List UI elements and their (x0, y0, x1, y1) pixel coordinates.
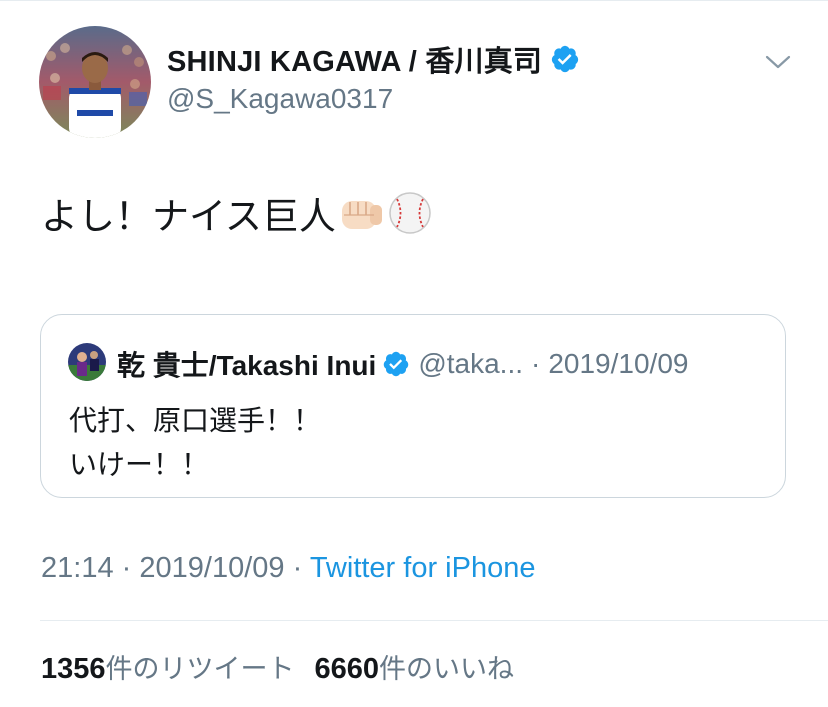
tweet-time[interactable]: 21:14 (41, 552, 114, 584)
tweet-source-link[interactable]: Twitter for iPhone (310, 552, 536, 584)
quoted-date: 2019/10/09 (548, 348, 689, 379)
meta-separator: · (292, 552, 303, 584)
quoted-tweet-card[interactable]: 乾 貴士/Takashi Inui @taka... · 2019/10/09 … (40, 314, 786, 498)
tweet-date[interactable]: 2019/10/09 (139, 552, 284, 584)
author-handle[interactable]: @S_Kagawa0317 (167, 83, 393, 115)
quoted-text-line: いけー！！ (69, 448, 210, 481)
quoted-separator: · (531, 348, 541, 379)
retweets-stat[interactable]: 1356件のリツイート (41, 653, 295, 685)
baseball-emoji-icon (389, 192, 431, 234)
author-display-name[interactable]: SHINJI KAGAWA / 香川真司 (167, 38, 542, 80)
author-name-row: SHINJI KAGAWA / 香川真司 (167, 38, 580, 80)
retweets-label: 件のリツイート (105, 654, 295, 685)
retweets-count: 1356 (41, 653, 106, 685)
tweet-text: よし！ナイス巨人 (41, 195, 336, 238)
quoted-author-avatar (68, 343, 106, 381)
meta-separator: · (121, 552, 132, 584)
quoted-display-name: 乾 貴士/Takashi Inui (117, 350, 377, 381)
quoted-handle: @taka... (418, 348, 523, 379)
verified-badge-icon (551, 45, 579, 73)
top-divider (0, 0, 828, 1)
tweet-meta: 21:14 · 2019/10/09 · Twitter for iPhone (41, 552, 535, 585)
stats-divider (40, 620, 828, 621)
quoted-text: 代打、原口選手！！ いけー！！ (69, 399, 321, 487)
verified-badge-icon (384, 351, 409, 377)
fist-emoji-icon (341, 201, 382, 229)
quoted-text-line: 代打、原口選手！！ (69, 404, 322, 437)
tweet-stats: 1356件のリツイート 6660件のいいね (41, 647, 514, 686)
tweet-text-row: よし！ナイス巨人 (41, 186, 432, 240)
chevron-down-icon[interactable] (764, 52, 792, 72)
likes-stat[interactable]: 6660件のいいね (315, 653, 515, 685)
likes-count: 6660 (314, 653, 380, 685)
quoted-header: 乾 貴士/Takashi Inui @taka... · 2019/10/09 (117, 344, 688, 384)
likes-label: 件のいいね (379, 654, 515, 685)
author-avatar[interactable] (39, 26, 151, 138)
